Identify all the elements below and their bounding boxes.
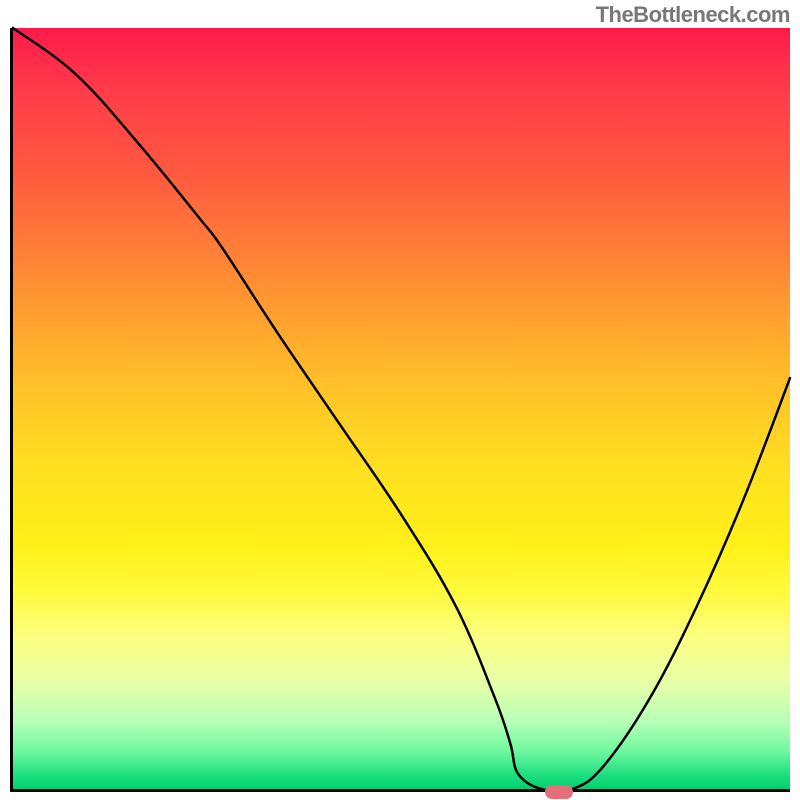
bottleneck-curve — [13, 28, 790, 792]
watermark-text: TheBottleneck.com — [596, 2, 790, 28]
chart-line-svg — [13, 28, 790, 789]
chart-plot-area — [10, 28, 790, 792]
chart-marker — [545, 785, 573, 799]
